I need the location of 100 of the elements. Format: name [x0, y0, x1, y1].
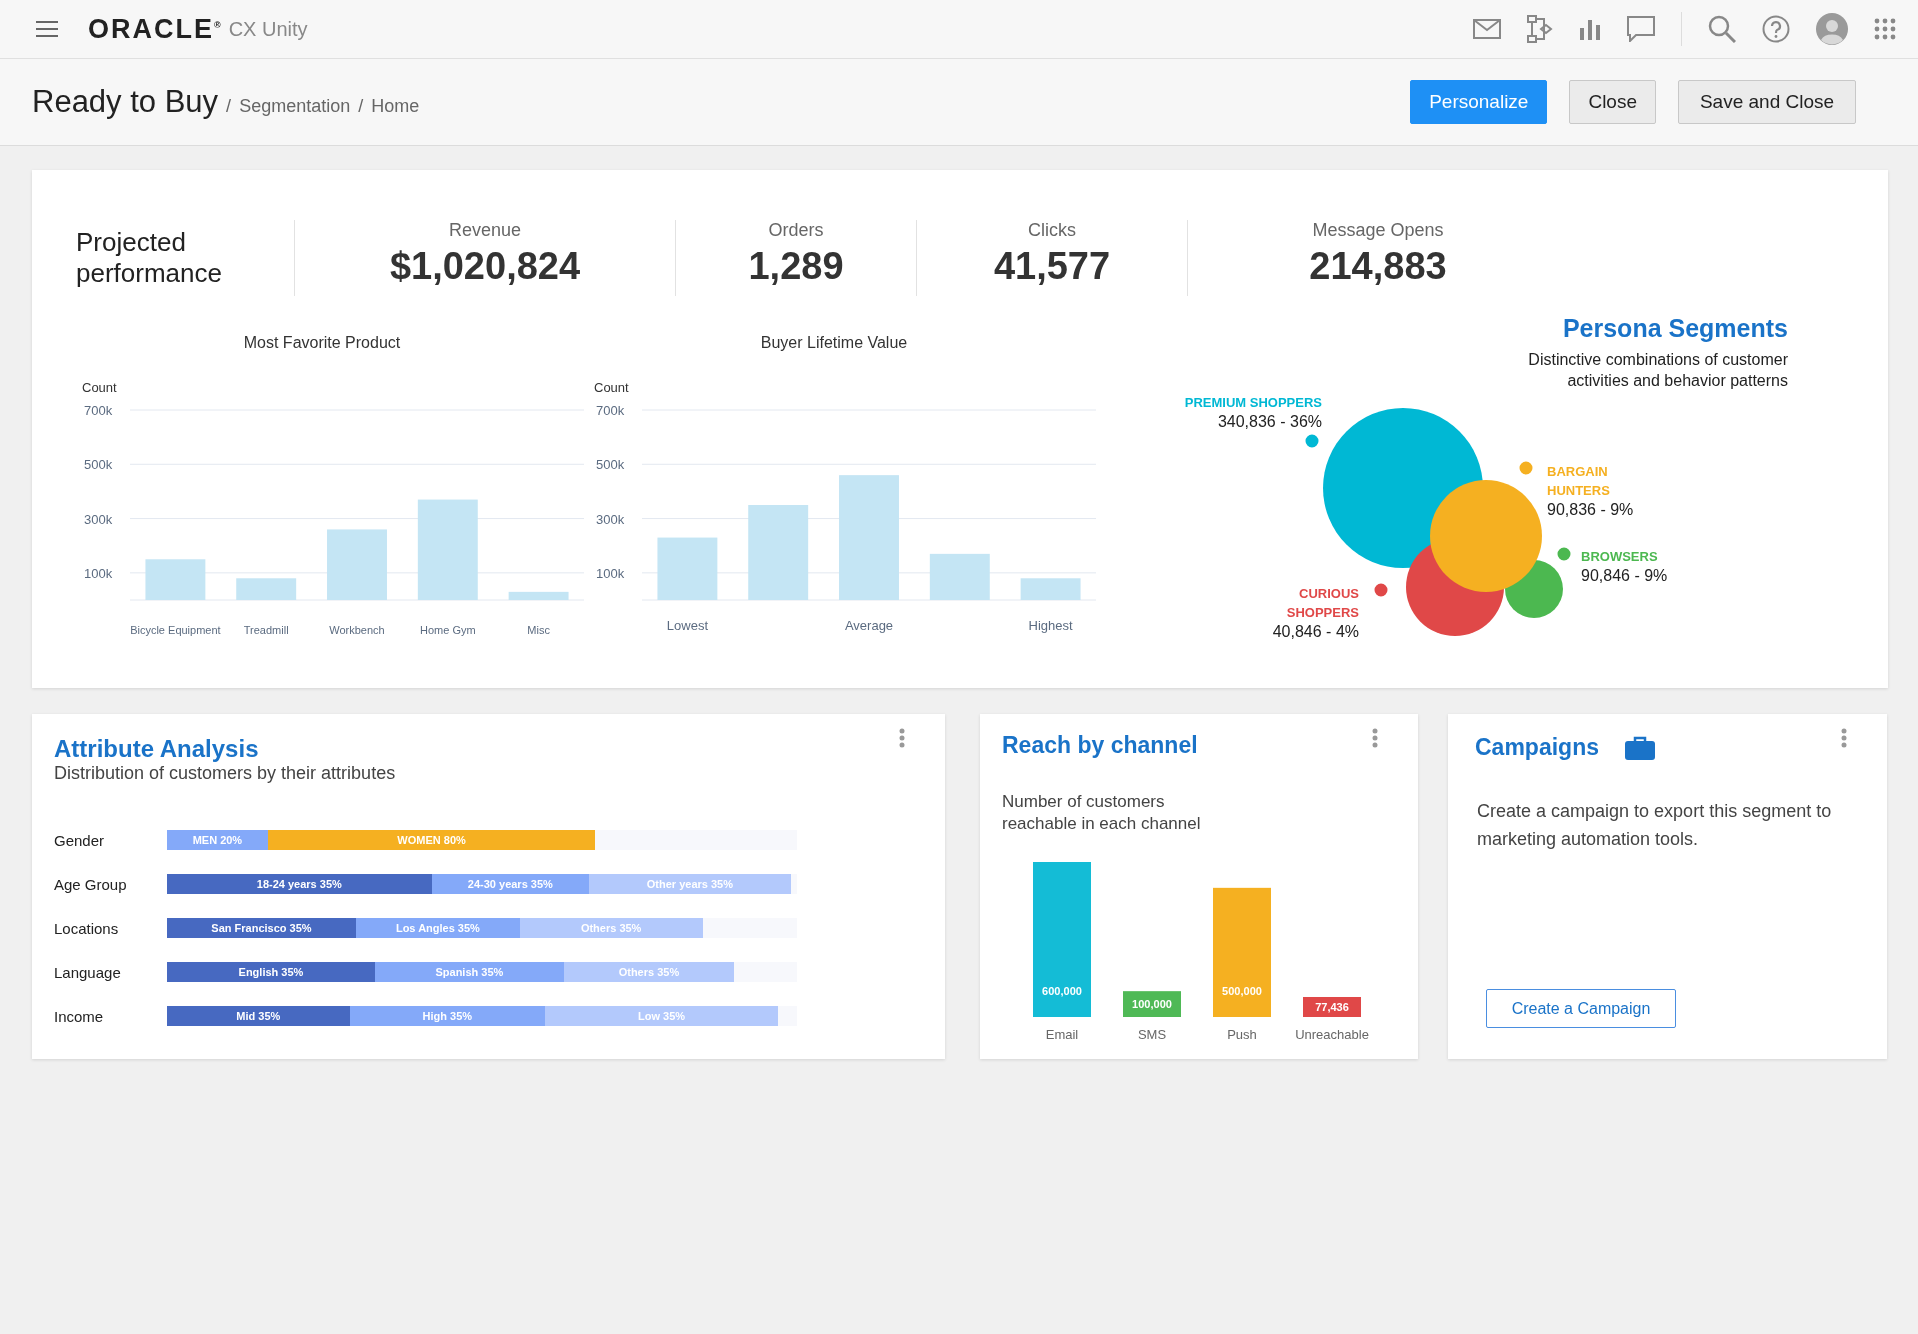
- help-icon[interactable]: [1762, 15, 1790, 43]
- axis-tick-label: 100k: [84, 565, 113, 581]
- avatar-icon[interactable]: [1816, 13, 1848, 45]
- category-label: Bicycle Equipment: [130, 624, 221, 636]
- product-name: CX Unity: [228, 17, 308, 41]
- more-options-icon[interactable]: [899, 728, 905, 748]
- metric-label: Message Opens: [1312, 220, 1444, 241]
- bar-value-label: 100,000: [1132, 998, 1172, 1011]
- category-label: Misc: [527, 624, 550, 636]
- axis-tick-label: 300k: [596, 511, 625, 527]
- segment-name: PREMIUM SHOPPERS: [1184, 394, 1322, 412]
- card-title: Attribute Analysis: [54, 735, 259, 763]
- attribute-label: Income: [54, 1007, 105, 1025]
- flow-diagram-icon[interactable]: [1527, 15, 1553, 43]
- axis-tick-label: 100k: [596, 565, 625, 581]
- bar-value-label: 500,000: [1222, 985, 1262, 997]
- breadcrumb-separator: /: [358, 95, 364, 117]
- attribute-label: Language: [54, 963, 122, 981]
- axis-title: Count: [82, 380, 117, 395]
- axis-tick-label: 300k: [84, 511, 113, 527]
- category-label: Unreachable: [1295, 1027, 1369, 1042]
- segment-value: 40,846 - 4%: [1272, 622, 1359, 641]
- chat-bubble-icon[interactable]: [1627, 16, 1655, 42]
- chart-title: Buyer Lifetime Value: [760, 334, 908, 352]
- panel-subtitle: Distinctive combinations of customer activities and behavior patterns: [1527, 350, 1788, 391]
- more-options-icon[interactable]: [1372, 728, 1378, 748]
- segment-label: Mid 35%: [235, 1009, 282, 1024]
- create-campaign-button[interactable]: Create a Campaign: [1486, 989, 1676, 1028]
- segment-label: 18-24 years 35%: [255, 877, 343, 892]
- app-grid-icon[interactable]: [1874, 18, 1896, 40]
- metric-label: Revenue: [448, 220, 522, 241]
- search-icon[interactable]: [1708, 15, 1736, 43]
- segment-name: CURIOUS SHOPPERS: [1285, 585, 1359, 622]
- segment-label: Others 35%: [579, 921, 643, 936]
- axis-tick-label: 500k: [84, 457, 113, 473]
- segment-label: WOMEN 80%: [396, 833, 467, 848]
- chart-bar: [236, 578, 297, 600]
- segment-label: MEN 20%: [191, 833, 244, 848]
- secondary-button[interactable]: Close: [1569, 80, 1656, 124]
- category-label: Workbench: [329, 624, 385, 636]
- chart-title: Most Favorite Product: [243, 334, 401, 352]
- category-label: Push: [1227, 1027, 1257, 1042]
- category-label: Average: [844, 618, 894, 633]
- category-label: Lowest: [666, 618, 708, 633]
- chart-bar: [327, 529, 387, 600]
- category-label: Treadmill: [243, 624, 289, 636]
- segment-value: 90,836 - 9%: [1547, 500, 1634, 519]
- metric-value: 1,289: [748, 245, 844, 288]
- chart-bar: [145, 559, 206, 600]
- metric-value: 41,577: [993, 245, 1111, 288]
- envelope-icon[interactable]: [1473, 19, 1501, 39]
- bar-chart-icon[interactable]: [1579, 18, 1601, 40]
- segment-label: Los Angles 35%: [394, 921, 481, 936]
- segment-name: BARGAIN HUNTERS: [1547, 463, 1611, 500]
- metric-label: Orders: [768, 220, 824, 241]
- attribute-label: Age Group: [54, 875, 128, 893]
- category-label: Home Gym: [420, 624, 476, 636]
- panel-title: Persona Segments: [1562, 314, 1788, 343]
- page-title: Ready to Buy: [32, 84, 219, 120]
- axis-tick-label: 700k: [596, 403, 625, 418]
- metric-value: 214,883: [1309, 245, 1447, 288]
- chart-bar: [1020, 578, 1081, 600]
- segment-name: BROWSERS: [1581, 548, 1658, 566]
- breadcrumb-separator: /: [226, 95, 232, 117]
- segment-label: 24-30 years 35%: [466, 877, 554, 892]
- category-label: SMS: [1137, 1027, 1167, 1042]
- card-title: Reach by channel: [1002, 732, 1198, 759]
- metric-label: Clicks: [1028, 220, 1076, 241]
- card-title: Campaigns: [1475, 734, 1599, 761]
- segment-label: Other years 35%: [645, 877, 734, 892]
- secondary-button[interactable]: Save and Close: [1678, 80, 1856, 124]
- card-text: Create a campaign to export this segment to marketing automation tools.: [1477, 800, 1833, 851]
- chart-bar: [657, 537, 718, 600]
- category-label: Email: [1045, 1027, 1079, 1042]
- axis-title: Count: [594, 380, 629, 395]
- brand-logo: ORACLE$^{®}$: [88, 13, 221, 45]
- primary-button[interactable]: Personalize: [1410, 80, 1548, 124]
- more-options-icon[interactable]: [1841, 728, 1847, 748]
- bar-value-label: 600,000: [1042, 985, 1082, 997]
- metric-value: $1,020,824: [389, 245, 581, 288]
- axis-tick-label: 700k: [84, 403, 113, 418]
- chart-bar: [929, 553, 990, 600]
- axis-tick-label: 500k: [596, 457, 625, 473]
- channel-bar: [1303, 997, 1361, 1017]
- breadcrumb-link[interactable]: Home: [371, 95, 420, 117]
- channel-bar: [1123, 991, 1181, 1017]
- card-subtitle: Distribution of customers by their attributes: [54, 763, 396, 784]
- segment-label: Others 35%: [617, 965, 681, 980]
- chart-bar: [508, 591, 569, 600]
- breadcrumb-link[interactable]: Segmentation: [239, 95, 351, 117]
- menu-icon[interactable]: [36, 21, 58, 37]
- bar-value-label: 77,436: [1315, 1001, 1349, 1013]
- attribute-label: Locations: [54, 919, 120, 937]
- section-title: Projected performance: [75, 227, 223, 289]
- card-subtitle: Number of customers reachable in each channel: [1002, 791, 1202, 835]
- segment-value: 90,846 - 9%: [1581, 566, 1668, 585]
- segment-label: Low 35%: [637, 1009, 687, 1024]
- segment-label: English 35%: [237, 965, 305, 980]
- briefcase-icon: [1625, 735, 1655, 760]
- segment-label: Spanish 35%: [434, 965, 505, 980]
